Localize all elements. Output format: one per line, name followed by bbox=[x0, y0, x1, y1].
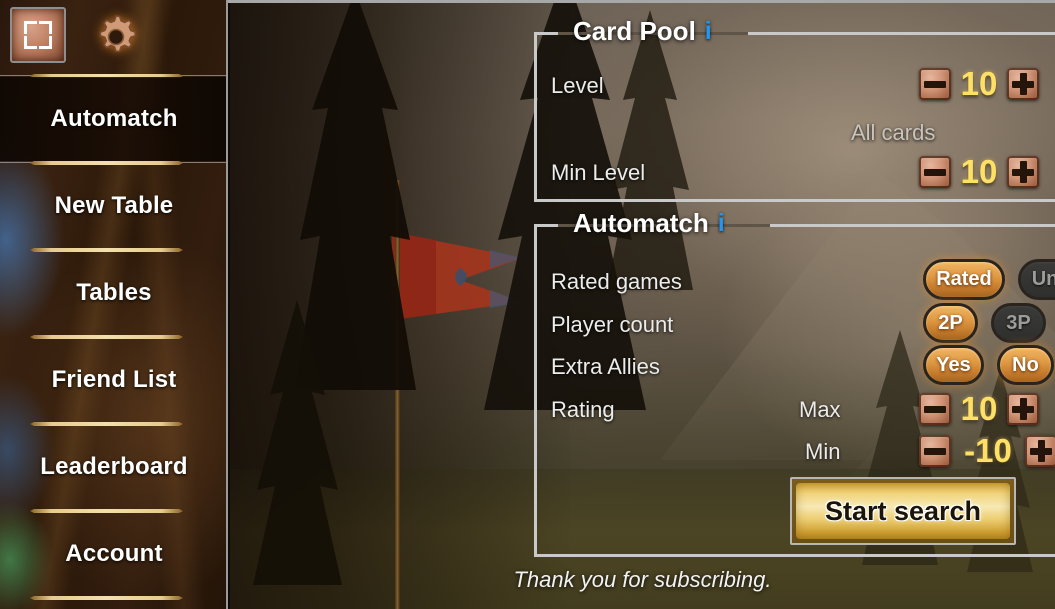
min-level-label: Min Level bbox=[551, 160, 646, 185]
rating-min-label-wrap: Min bbox=[805, 439, 840, 465]
info-icon[interactable]: i bbox=[705, 17, 712, 46]
toggle-label: Unrated bbox=[1031, 268, 1055, 290]
level-value: 10 bbox=[960, 65, 998, 102]
sidebar-item-new-table[interactable]: New Table bbox=[0, 164, 228, 248]
top-divider bbox=[228, 0, 1055, 3]
rated-games-row-label: Rated games bbox=[551, 269, 682, 295]
toggle-label: 2P bbox=[938, 311, 963, 334]
rating-min-stepper: -10 (58.1-10=48.1) bbox=[919, 432, 1055, 470]
info-icon[interactable]: i bbox=[718, 209, 725, 238]
all-cards-row: All cards bbox=[851, 120, 935, 146]
rated-games-toggle-group: Rated Unrated bbox=[923, 259, 1055, 300]
fullscreen-corner-bl bbox=[24, 36, 37, 49]
toggle-no[interactable]: No bbox=[997, 345, 1054, 385]
sidebar-toolbar bbox=[0, 0, 228, 74]
sidebar-item-label: Account bbox=[65, 540, 163, 567]
player-count-toggle-group: 2P 3P bbox=[923, 303, 1046, 343]
extra-allies-row-label: Extra Allies bbox=[551, 354, 660, 380]
sidebar-item-leaderboard[interactable]: Leaderboard bbox=[0, 425, 228, 509]
all-cards-text: All cards bbox=[851, 120, 936, 145]
subscription-note: Thank you for subscribing. bbox=[513, 567, 772, 592]
sidebar-item-label: New Table bbox=[54, 192, 174, 219]
rating-max-stepper: 10 (58.1+10=68.1) bbox=[919, 390, 1055, 428]
panel-title-text: Automatch bbox=[573, 208, 709, 238]
level-stepper: 10 bbox=[919, 65, 1039, 103]
rating-min-increment-button[interactable] bbox=[1025, 435, 1055, 467]
card-pool-title: Card Pool i bbox=[561, 16, 724, 47]
rating-max-label-wrap: Max bbox=[799, 397, 841, 423]
min-level-row-label: Min Level bbox=[551, 160, 645, 186]
extra-allies-toggle-group: Yes No bbox=[923, 345, 1054, 385]
start-search-label: Start search bbox=[824, 495, 982, 526]
rating-max-decrement-button[interactable] bbox=[919, 393, 951, 425]
toggle-rated[interactable]: Rated bbox=[923, 259, 1005, 300]
toggle-label: Rated bbox=[936, 268, 992, 290]
rating-min-decrement-button[interactable] bbox=[919, 435, 951, 467]
rating-min-value: -10 bbox=[964, 432, 1012, 469]
panel-title-text: Card Pool bbox=[573, 16, 696, 46]
gear-icon[interactable] bbox=[88, 9, 144, 65]
sidebar-item-label: Automatch bbox=[50, 105, 178, 132]
sidebar-item-label: Leaderboard bbox=[40, 453, 188, 480]
automatch-title: Automatch i bbox=[561, 208, 737, 239]
start-search-button[interactable]: Start search bbox=[790, 477, 1016, 545]
fullscreen-corner-tr bbox=[39, 21, 52, 34]
fullscreen-icon[interactable] bbox=[10, 7, 66, 63]
level-label: Level bbox=[551, 73, 604, 98]
toggle-label: Yes bbox=[936, 353, 971, 376]
rating-max-label: Max bbox=[799, 397, 841, 422]
rating-max-increment-button[interactable] bbox=[1007, 393, 1039, 425]
level-decrement-button[interactable] bbox=[919, 68, 951, 100]
min-level-decrement-button[interactable] bbox=[919, 156, 951, 188]
sidebar-item-automatch[interactable]: Automatch bbox=[0, 77, 228, 161]
fullscreen-corner-tl bbox=[24, 21, 37, 34]
sidebar-item-friend-list[interactable]: Friend List bbox=[0, 338, 228, 422]
level-increment-button[interactable] bbox=[1007, 68, 1039, 100]
automatch-screen: Automatch New Table Tables Friend List L… bbox=[0, 0, 1055, 609]
sidebar-item-label: Tables bbox=[76, 279, 152, 306]
toggle-unrated[interactable]: Unrated bbox=[1018, 259, 1055, 300]
pine-tree bbox=[253, 300, 342, 585]
toggle-label: 3P bbox=[1006, 311, 1031, 334]
rating-label: Rating bbox=[551, 397, 615, 422]
toggle-label: No bbox=[1012, 353, 1039, 376]
min-level-stepper: 10 bbox=[919, 153, 1039, 191]
nav-separator bbox=[0, 596, 228, 599]
rated-games-label: Rated games bbox=[551, 269, 682, 294]
min-level-value: 10 bbox=[960, 153, 998, 190]
min-level-increment-button[interactable] bbox=[1007, 156, 1039, 188]
sidebar-nav: Automatch New Table Tables Friend List L… bbox=[0, 74, 228, 599]
sidebar-divider bbox=[226, 0, 228, 609]
main-content: Card Pool i Level 10 All cards Min Level… bbox=[230, 0, 1055, 609]
rating-row-label: Rating bbox=[551, 397, 615, 423]
sidebar-item-tables[interactable]: Tables bbox=[0, 251, 228, 335]
player-count-label: Player count bbox=[551, 312, 674, 337]
sidebar: Automatch New Table Tables Friend List L… bbox=[0, 0, 228, 609]
sidebar-item-account[interactable]: Account bbox=[0, 512, 228, 596]
rating-min-label: Min bbox=[805, 439, 841, 464]
toggle-3p[interactable]: 3P bbox=[991, 303, 1046, 343]
rating-max-value: 10 bbox=[960, 390, 998, 427]
fullscreen-corner-br bbox=[39, 36, 52, 49]
level-row-label: Level bbox=[551, 73, 604, 99]
extra-allies-label: Extra Allies bbox=[551, 354, 660, 379]
toggle-2p[interactable]: 2P bbox=[923, 303, 978, 343]
player-count-row-label: Player count bbox=[551, 312, 673, 338]
toggle-yes[interactable]: Yes bbox=[923, 345, 984, 385]
card-pool-panel: Card Pool i Level 10 All cards Min Level… bbox=[534, 16, 1055, 202]
sidebar-item-label: Friend List bbox=[51, 366, 177, 393]
